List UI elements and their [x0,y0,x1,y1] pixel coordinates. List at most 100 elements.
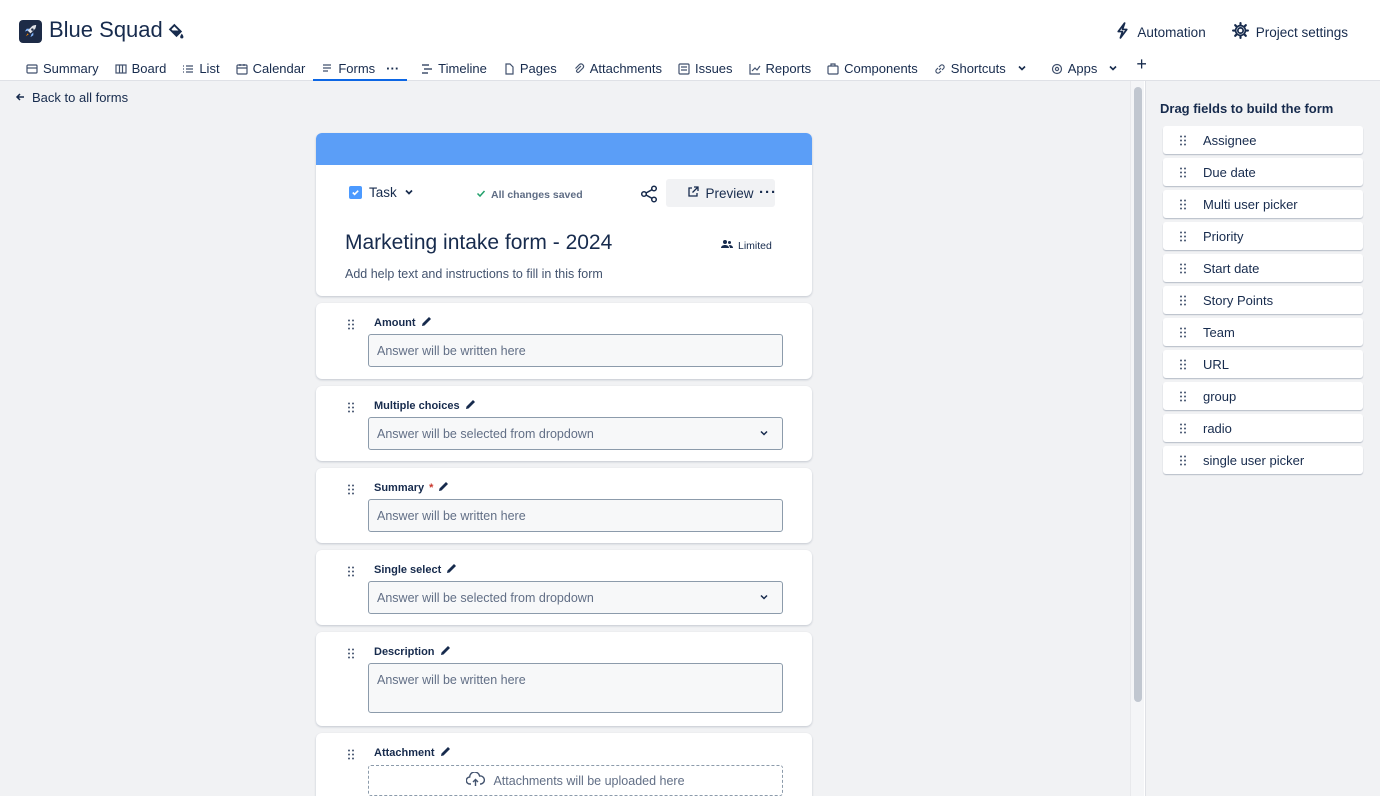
chevron-down-icon [1017,61,1027,76]
field-label-text: Attachment [374,747,435,759]
pencil-icon[interactable] [421,316,432,330]
drag-handle-icon[interactable] [347,317,355,335]
drag-handle-icon[interactable] [347,646,355,664]
external-link-icon [687,185,700,201]
attachment-dropzone[interactable]: Attachments will be uploaded here [368,765,783,796]
project-name[interactable]: Blue Squad [49,17,163,43]
tab-board[interactable]: Board [107,52,175,80]
chevron-down-icon [404,185,414,200]
issues-icon [678,62,690,75]
drag-handle-icon[interactable] [347,747,355,765]
form-header-card: Task All changes saved Preview ··· Marke… [316,133,812,296]
amount-input[interactable]: Answer will be written here [368,334,783,367]
tab-list[interactable]: List [174,52,227,80]
palette-item-team[interactable]: Team [1163,318,1363,346]
people-icon [721,239,733,252]
form-field-card[interactable]: Single select Answer will be selected fr… [316,550,812,625]
tab-components[interactable]: Components [819,52,926,80]
palette-item-url[interactable]: URL [1163,350,1363,378]
palette-item-start-date[interactable]: Start date [1163,254,1363,282]
field-label: Description [374,645,451,659]
input-placeholder: Answer will be written here [377,343,526,358]
project-settings-button[interactable]: Project settings [1231,22,1348,42]
palette-item-story-points[interactable]: Story Points [1163,286,1363,314]
palette-item-priority[interactable]: Priority [1163,222,1363,250]
pencil-icon[interactable] [440,645,451,659]
gear-icon [1231,22,1249,42]
tab-pages[interactable]: Pages [495,52,565,80]
field-label-text: Single select [374,564,442,576]
palette-item-multi-user-picker[interactable]: Multi user picker [1163,190,1363,218]
sidebar-title: Drag fields to build the form [1160,101,1334,116]
checkbox-icon [349,186,362,199]
drag-handle-icon[interactable] [347,400,355,418]
tab-timeline[interactable]: Timeline [413,52,495,80]
share-icon[interactable] [640,185,658,208]
form-field-card[interactable]: Multiple choices Answer will be selected… [316,386,812,461]
summary-input[interactable]: Answer will be written here [368,499,783,532]
tab-attachments[interactable]: Attachments [565,52,670,80]
access-label: Limited [738,239,772,252]
palette-item-group[interactable]: group [1163,382,1363,410]
back-to-forms-link[interactable]: Back to all forms [15,90,128,105]
drag-handle-icon [1163,199,1203,210]
scrollbar-thumb[interactable] [1134,87,1142,702]
tab-label: Pages [519,61,557,76]
drag-handle-icon [1163,295,1203,306]
preview-label: Preview [705,185,754,201]
pencil-icon[interactable] [465,399,476,413]
save-status: All changes saved [476,188,583,201]
rocket-icon[interactable] [19,20,42,43]
access-button[interactable]: Limited [721,239,772,252]
drag-handle-icon [1163,167,1203,178]
pencil-icon[interactable] [446,563,457,577]
form-field-card[interactable]: Amount Answer will be written here [316,303,812,379]
palette-item-due-date[interactable]: Due date [1163,158,1363,186]
component-icon [827,62,839,75]
field-label-text: Amount [374,317,416,329]
timeline-icon [421,63,433,75]
form-field-card[interactable]: Summary * Answer will be written here [316,468,812,543]
form-field-card[interactable]: Attachment Attachments will be uploaded … [316,733,812,796]
input-placeholder: Answer will be selected from dropdown [377,426,594,441]
tab-forms[interactable]: Forms ··· [313,52,408,81]
description-textarea[interactable]: Answer will be written here [368,663,783,713]
tab-shortcuts[interactable]: Shortcuts [926,52,1035,80]
form-title[interactable]: Marketing intake form - 2024 [345,231,612,255]
drag-handle-icon[interactable] [347,482,355,500]
canvas-scrollbar[interactable] [1130,81,1144,796]
palette-item-radio[interactable]: radio [1163,414,1363,442]
form-column: Task All changes saved Preview ··· Marke… [316,133,812,796]
palette-item-label: URL [1203,356,1230,372]
tab-summary[interactable]: Summary [18,52,107,80]
palette-item-single-user-picker[interactable]: single user picker [1163,446,1363,474]
more-options-icon[interactable]: ··· [759,184,777,201]
automation-button[interactable]: Automation [1115,22,1206,42]
tab-issues[interactable]: Issues [670,52,741,80]
pencil-icon[interactable] [438,481,449,495]
drag-handle-icon[interactable] [347,564,355,582]
palette-item-label: Team [1203,324,1235,340]
form-banner[interactable] [316,133,812,165]
palette-item-assignee[interactable]: Assignee [1163,126,1363,154]
drag-handle-icon [1163,423,1203,434]
form-help-text[interactable]: Add help text and instructions to fill i… [345,267,603,281]
single-select-dropdown[interactable]: Answer will be selected from dropdown [368,581,783,614]
paint-bucket-icon[interactable] [168,23,185,45]
tab-label: Timeline [438,61,487,76]
tab-reports[interactable]: Reports [741,52,820,80]
tab-calendar[interactable]: Calendar [228,52,314,80]
tab-label: Summary [43,61,99,76]
form-field-card[interactable]: Description Answer will be written here [316,632,812,726]
more-icon[interactable]: ··· [386,61,399,76]
lightning-icon [1115,22,1130,42]
issue-type-select[interactable]: Task [349,185,414,200]
chart-icon [748,63,761,75]
add-tab-button[interactable]: + [1126,52,1157,77]
pencil-icon[interactable] [440,746,451,760]
palette-item-label: group [1203,388,1237,404]
tab-label: List [199,61,220,76]
multiple-choices-dropdown[interactable]: Answer will be selected from dropdown [368,417,783,450]
input-placeholder: Answer will be written here [377,508,526,523]
tab-apps[interactable]: Apps [1043,52,1127,80]
